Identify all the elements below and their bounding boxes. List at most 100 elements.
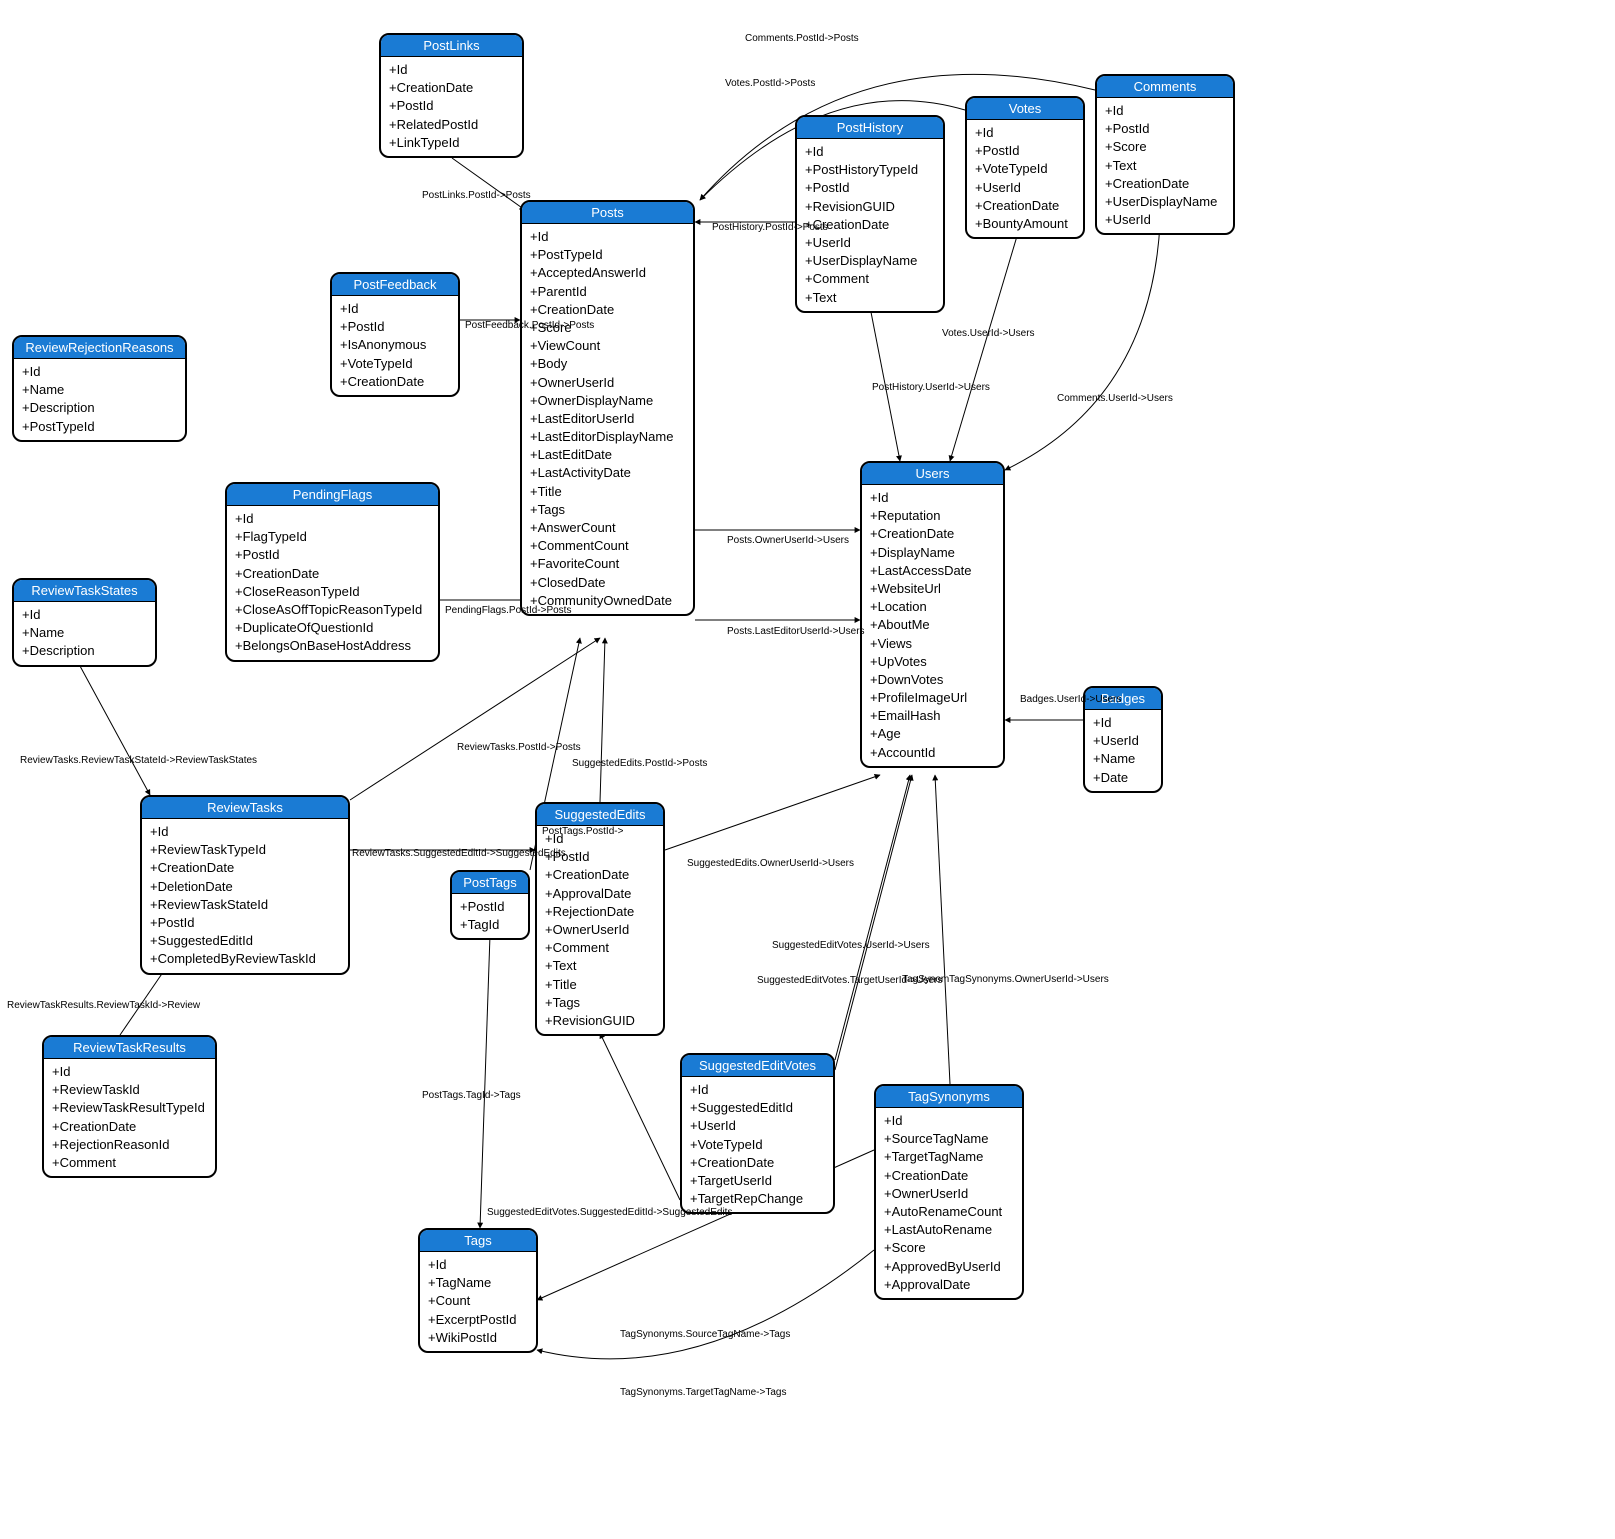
attribute: +AnswerCount	[530, 519, 685, 537]
attribute: +CloseAsOffTopicReasonTypeId	[235, 601, 430, 619]
entity-body: +Id+ReviewTaskId+ReviewTaskResultTypeId+…	[44, 1059, 215, 1176]
entity-body: +Id+TagName+Count+ExcerptPostId+WikiPost…	[420, 1252, 536, 1351]
attribute: +Location	[870, 598, 995, 616]
attribute: +RelatedPostId	[389, 116, 514, 134]
edge-label: Comments.PostId->Posts	[743, 33, 861, 44]
attribute: +Title	[545, 976, 655, 994]
entity-body: +Id+FlagTypeId+PostId+CreationDate+Close…	[227, 506, 438, 660]
entity-reviewtaskresults: ReviewTaskResults+Id+ReviewTaskId+Review…	[42, 1035, 217, 1178]
entity-reviewtaskstates: ReviewTaskStates+Id+Name+Description	[12, 578, 157, 667]
edge-e7	[350, 638, 600, 800]
edge-label: TagSynonyms.SourceTagName->Tags	[618, 1329, 792, 1340]
attribute: +PostTypeId	[530, 246, 685, 264]
edge-label: TagSynonyms.OwnerUserId->Users	[947, 974, 1111, 985]
attribute: +Text	[1105, 157, 1225, 175]
edge-label: TagSynonyms.TargetTagName->Tags	[618, 1387, 788, 1398]
attribute: +Count	[428, 1292, 528, 1310]
attribute: +OwnerDisplayName	[530, 392, 685, 410]
edge-label: SuggestedEditVotes.SuggestedEditId->Sugg…	[485, 1207, 734, 1218]
attribute: +Tags	[545, 994, 655, 1012]
attribute: +Id	[235, 510, 430, 528]
edge-e19	[935, 775, 950, 1084]
attribute: +VoteTypeId	[690, 1136, 825, 1154]
attribute: +AutoRenameCount	[884, 1203, 1014, 1221]
entity-title: PostTags	[452, 872, 528, 894]
edge-e26	[537, 1250, 874, 1359]
edge-label: Comments.UserId->Users	[1055, 393, 1175, 404]
attribute: +PostId	[805, 179, 935, 197]
attribute: +Comment	[805, 270, 935, 288]
attribute: +CreationDate	[52, 1118, 207, 1136]
attribute: +CloseReasonTypeId	[235, 583, 430, 601]
entity-title: PostFeedback	[332, 274, 458, 296]
edge-e8	[600, 638, 605, 802]
edge-label: PostTags.PostId->	[540, 826, 625, 837]
attribute: +RejectionReasonId	[52, 1136, 207, 1154]
entity-body: +Id+PostId+IsAnonymous+VoteTypeId+Creati…	[332, 296, 458, 395]
attribute: +AccountId	[870, 744, 995, 762]
attribute: +ApprovalDate	[545, 885, 655, 903]
edge-label: SuggestedEditVotes.UserId->Users	[770, 940, 932, 951]
attribute: +CommentCount	[530, 537, 685, 555]
entity-users: Users+Id+Reputation+CreationDate+Display…	[860, 461, 1005, 768]
attribute: +Description	[22, 399, 177, 417]
edge-e20	[80, 666, 150, 795]
attribute: +Date	[1093, 769, 1153, 787]
attribute: +UserId	[975, 179, 1075, 197]
attribute: +Id	[52, 1063, 207, 1081]
entity-body: +Id+UserId+Name+Date	[1085, 710, 1161, 791]
edge-label: PostLinks.PostId->Posts	[420, 190, 533, 201]
attribute: +TagName	[428, 1274, 528, 1292]
attribute: +ViewCount	[530, 337, 685, 355]
attribute: +Comment	[52, 1154, 207, 1172]
edge-e24	[480, 935, 490, 1228]
edge-label: SuggestedEdits.OwnerUserId->Users	[685, 858, 856, 869]
attribute: +LastEditDate	[530, 446, 685, 464]
attribute: +CompletedByReviewTaskId	[150, 950, 340, 968]
attribute: +CreationDate	[884, 1167, 1014, 1185]
attribute: +PostId	[460, 898, 520, 916]
entity-body: +Id+SuggestedEditId+UserId+VoteTypeId+Cr…	[682, 1077, 833, 1212]
attribute: +Id	[690, 1081, 825, 1099]
attribute: +LastAutoRename	[884, 1221, 1014, 1239]
attribute: +Id	[22, 363, 177, 381]
edge-label: PostHistory.UserId->Users	[870, 382, 992, 393]
attribute: +Name	[22, 624, 147, 642]
edge-label: ReviewTasks.PostId->Posts	[455, 742, 583, 753]
attribute: +RevisionGUID	[545, 1012, 655, 1030]
attribute: +ApprovedByUserId	[884, 1258, 1014, 1276]
attribute: +AboutMe	[870, 616, 995, 634]
entity-body: +Id+Reputation+CreationDate+DisplayName+…	[862, 485, 1003, 766]
er-diagram-canvas: { "entities": [ { "id": "PostLinks", "ti…	[0, 0, 1615, 1539]
attribute: +Name	[22, 381, 177, 399]
entity-body: +Id+CreationDate+PostId+RelatedPostId+Li…	[381, 57, 522, 156]
entity-postfeedback: PostFeedback+Id+PostId+IsAnonymous+VoteT…	[330, 272, 460, 397]
attribute: +PostTypeId	[22, 418, 177, 436]
attribute: +CreationDate	[870, 525, 995, 543]
entity-comments: Comments+Id+PostId+Score+Text+CreationDa…	[1095, 74, 1235, 235]
attribute: +UpVotes	[870, 653, 995, 671]
attribute: +Views	[870, 635, 995, 653]
attribute: +Id	[150, 823, 340, 841]
edge-e23	[600, 1033, 680, 1200]
entity-reviewtasks: ReviewTasks+Id+ReviewTaskTypeId+Creation…	[140, 795, 350, 975]
attribute: +AcceptedAnswerId	[530, 264, 685, 282]
attribute: +TargetTagName	[884, 1148, 1014, 1166]
entity-posttags: PostTags+PostId+TagId	[450, 870, 530, 940]
attribute: +Id	[1105, 102, 1225, 120]
attribute: +Age	[870, 725, 995, 743]
attribute: +Id	[975, 124, 1075, 142]
entity-body: +Id+ReviewTaskTypeId+CreationDate+Deleti…	[142, 819, 348, 973]
attribute: +RejectionDate	[545, 903, 655, 921]
entity-title: Tags	[420, 1230, 536, 1252]
entity-body: +Id+SourceTagName+TargetTagName+Creation…	[876, 1108, 1022, 1298]
edge-e13	[950, 226, 1020, 461]
attribute: +ReviewTaskId	[52, 1081, 207, 1099]
attribute: +OwnerUserId	[545, 921, 655, 939]
entity-body: +Id+Name+Description	[14, 602, 155, 665]
attribute: +WikiPostId	[428, 1329, 528, 1347]
attribute: +CreationDate	[975, 197, 1075, 215]
edge-label: PostHistory.PostId->Posts	[710, 222, 830, 233]
attribute: +Score	[884, 1239, 1014, 1257]
attribute: +IsAnonymous	[340, 336, 450, 354]
